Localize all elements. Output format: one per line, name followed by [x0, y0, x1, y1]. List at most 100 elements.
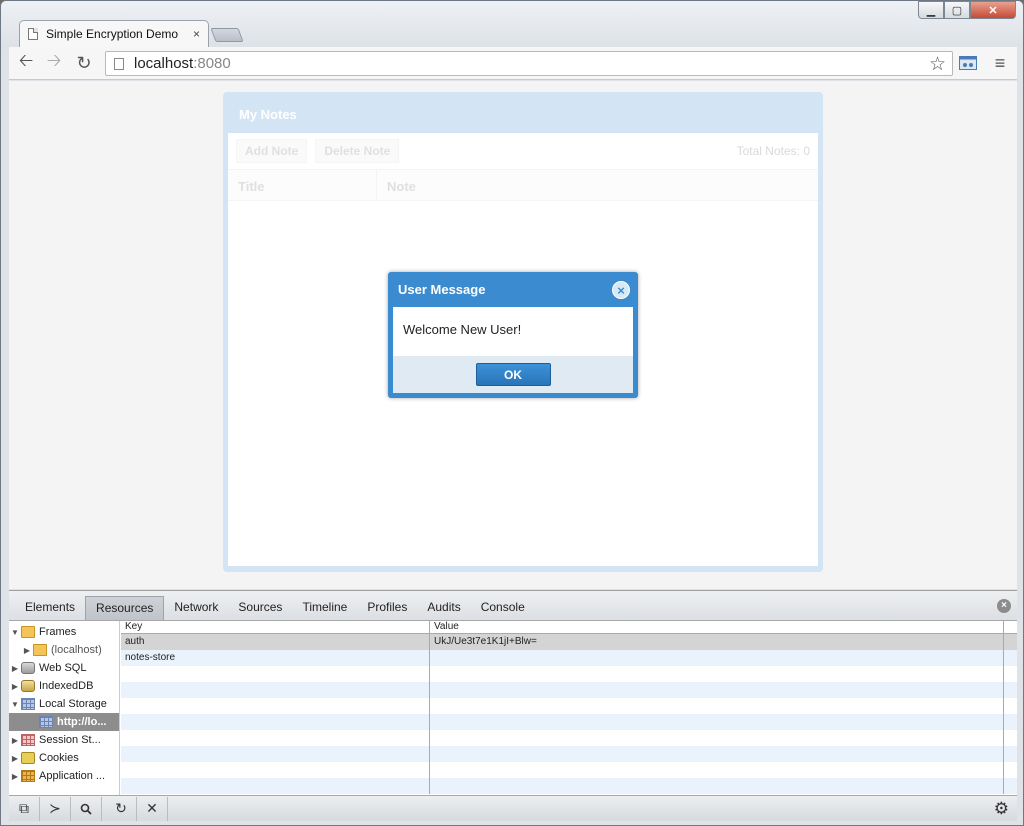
- storage-grid-icon: [39, 716, 53, 728]
- app-cache-icon: [21, 770, 35, 782]
- sidebar-item-label: Frames: [39, 626, 77, 638]
- cell-value[interactable]: UkJ/Ue3t7e1K1jI+Blw=: [430, 634, 1004, 650]
- sidebar-item-label: http://lo...: [57, 716, 107, 728]
- maximize-button[interactable]: ▢: [944, 1, 970, 19]
- sidebar-item-label: (localhost): [51, 644, 102, 656]
- table-row: [121, 778, 1017, 794]
- close-icon[interactable]: ×: [612, 281, 630, 299]
- address-bar[interactable]: localhost:8080 ☆: [105, 51, 953, 76]
- browser-tab[interactable]: Simple Encryption Demo ×: [19, 20, 209, 47]
- table-body: auth UkJ/Ue3t7e1K1jI+Blw= notes-store: [121, 634, 1017, 794]
- window-controls: ▁ ▢ ✕: [918, 1, 1016, 21]
- storage-table: Key Value auth UkJ/Ue3t7e1K1jI+Blw= note…: [121, 621, 1017, 795]
- user-message-dialog: User Message × Welcome New User! OK: [388, 272, 638, 398]
- resources-sidebar: ▼ Frames ▶ (localhost) ▶ Web SQL ▶ Index…: [9, 621, 120, 795]
- table-row: [121, 730, 1017, 746]
- dialog-footer: OK: [393, 356, 633, 393]
- sidebar-item-label: Application ...: [39, 770, 106, 782]
- storage-grid-icon: [21, 734, 35, 746]
- sidebar-item-label: Web SQL: [39, 662, 87, 674]
- tab-network[interactable]: Network: [164, 596, 228, 620]
- delete-icon[interactable]: ✕: [137, 796, 168, 821]
- sidebar-item-indexeddb[interactable]: ▶ IndexedDB: [9, 677, 119, 695]
- sidebar-item-cookies[interactable]: ▶ Cookies: [9, 749, 119, 767]
- table-row: [121, 666, 1017, 682]
- storage-grid-icon: [21, 698, 35, 710]
- table-row: [121, 714, 1017, 730]
- devtools-close-icon[interactable]: ×: [997, 599, 1011, 613]
- dialog-message: Welcome New User!: [393, 307, 633, 356]
- console-drawer-icon[interactable]: ≻: [40, 796, 71, 821]
- collapsed-arrow-icon[interactable]: ▶: [9, 772, 21, 781]
- table-row: [121, 698, 1017, 714]
- dialog-title: User Message: [398, 282, 486, 297]
- settings-gear-icon[interactable]: ⚙: [994, 799, 1009, 819]
- cell-key[interactable]: auth: [121, 634, 430, 650]
- tab-resources[interactable]: Resources: [85, 596, 165, 620]
- tab-title: Simple Encryption Demo: [46, 27, 179, 41]
- column-key[interactable]: Key: [121, 621, 430, 633]
- page-icon: [28, 28, 38, 40]
- sidebar-item-label: Session St...: [39, 734, 101, 746]
- table-row: [121, 682, 1017, 698]
- reload-icon[interactable]: ↻: [73, 52, 95, 74]
- table-row[interactable]: auth UkJ/Ue3t7e1K1jI+Blw=: [121, 634, 1017, 650]
- collapsed-arrow-icon[interactable]: ▶: [9, 664, 21, 673]
- folder-icon: [21, 626, 35, 638]
- cell-key[interactable]: notes-store: [121, 650, 430, 666]
- database-icon: [21, 680, 35, 692]
- cookie-icon: [21, 752, 35, 764]
- sidebar-item-label: IndexedDB: [39, 680, 94, 692]
- collapsed-arrow-icon[interactable]: ▶: [9, 736, 21, 745]
- cell-value[interactable]: [430, 650, 1004, 666]
- table-row: [121, 746, 1017, 762]
- search-icon[interactable]: [71, 796, 102, 821]
- collapsed-arrow-icon[interactable]: ▶: [9, 682, 21, 691]
- collapsed-arrow-icon[interactable]: ▶: [21, 646, 33, 655]
- sidebar-item-local-storage[interactable]: ▼ Local Storage: [9, 695, 119, 713]
- sidebar-item-web-sql[interactable]: ▶ Web SQL: [9, 659, 119, 677]
- database-icon: [21, 662, 35, 674]
- table-row: [121, 762, 1017, 778]
- page-viewport: My Notes Add Note Delete Note Total Note…: [9, 81, 1017, 589]
- devtools-tabs: Elements Resources Network Sources Timel…: [9, 591, 1017, 621]
- sidebar-item-local-storage-origin[interactable]: http://lo...: [9, 713, 119, 731]
- extension-icon[interactable]: [957, 52, 979, 74]
- sidebar-item-application-cache[interactable]: ▶ Application ...: [9, 767, 119, 785]
- back-arrow-icon[interactable]: 🡠: [15, 50, 37, 74]
- devtools-status-bar: ⧉ ≻ ↻ ✕ ⚙: [9, 795, 1017, 821]
- table-header: Key Value: [121, 621, 1017, 634]
- tab-audits[interactable]: Audits: [417, 596, 470, 620]
- column-value[interactable]: Value: [430, 621, 1004, 633]
- sidebar-item-localhost[interactable]: ▶ (localhost): [9, 641, 119, 659]
- ok-button[interactable]: OK: [475, 363, 551, 386]
- url-host: localhost: [134, 55, 194, 72]
- table-row[interactable]: notes-store: [121, 650, 1017, 666]
- collapsed-arrow-icon[interactable]: ▶: [9, 754, 21, 763]
- tab-profiles[interactable]: Profiles: [357, 596, 417, 620]
- sidebar-item-session-storage[interactable]: ▶ Session St...: [9, 731, 119, 749]
- tab-sources[interactable]: Sources: [228, 596, 292, 620]
- page-icon: [114, 57, 124, 70]
- new-tab-button[interactable]: [210, 28, 244, 42]
- minimize-button[interactable]: ▁: [918, 1, 944, 19]
- close-window-button[interactable]: ✕: [970, 1, 1016, 19]
- dock-icon[interactable]: ⧉: [9, 796, 40, 821]
- url-port: :8080: [193, 55, 231, 72]
- expanded-arrow-icon[interactable]: ▼: [9, 700, 21, 709]
- tab-close-icon[interactable]: ×: [193, 27, 200, 41]
- folder-icon: [33, 644, 47, 656]
- browser-toolbar: 🡠 🡢 ↻ localhost:8080 ☆ ≡: [9, 47, 1017, 80]
- devtools-panel: Elements Resources Network Sources Timel…: [9, 590, 1017, 821]
- sidebar-item-frames[interactable]: ▼ Frames: [9, 623, 119, 641]
- tab-timeline[interactable]: Timeline: [292, 596, 357, 620]
- forward-arrow-icon[interactable]: 🡢: [43, 50, 65, 74]
- refresh-icon[interactable]: ↻: [106, 796, 137, 821]
- expanded-arrow-icon[interactable]: ▼: [9, 628, 21, 637]
- tab-elements[interactable]: Elements: [15, 596, 85, 620]
- menu-icon[interactable]: ≡: [989, 52, 1011, 74]
- bookmark-star-icon[interactable]: ☆: [929, 53, 946, 76]
- sidebar-item-label: Local Storage: [39, 698, 107, 710]
- sidebar-item-label: Cookies: [39, 752, 79, 764]
- tab-console[interactable]: Console: [471, 596, 535, 620]
